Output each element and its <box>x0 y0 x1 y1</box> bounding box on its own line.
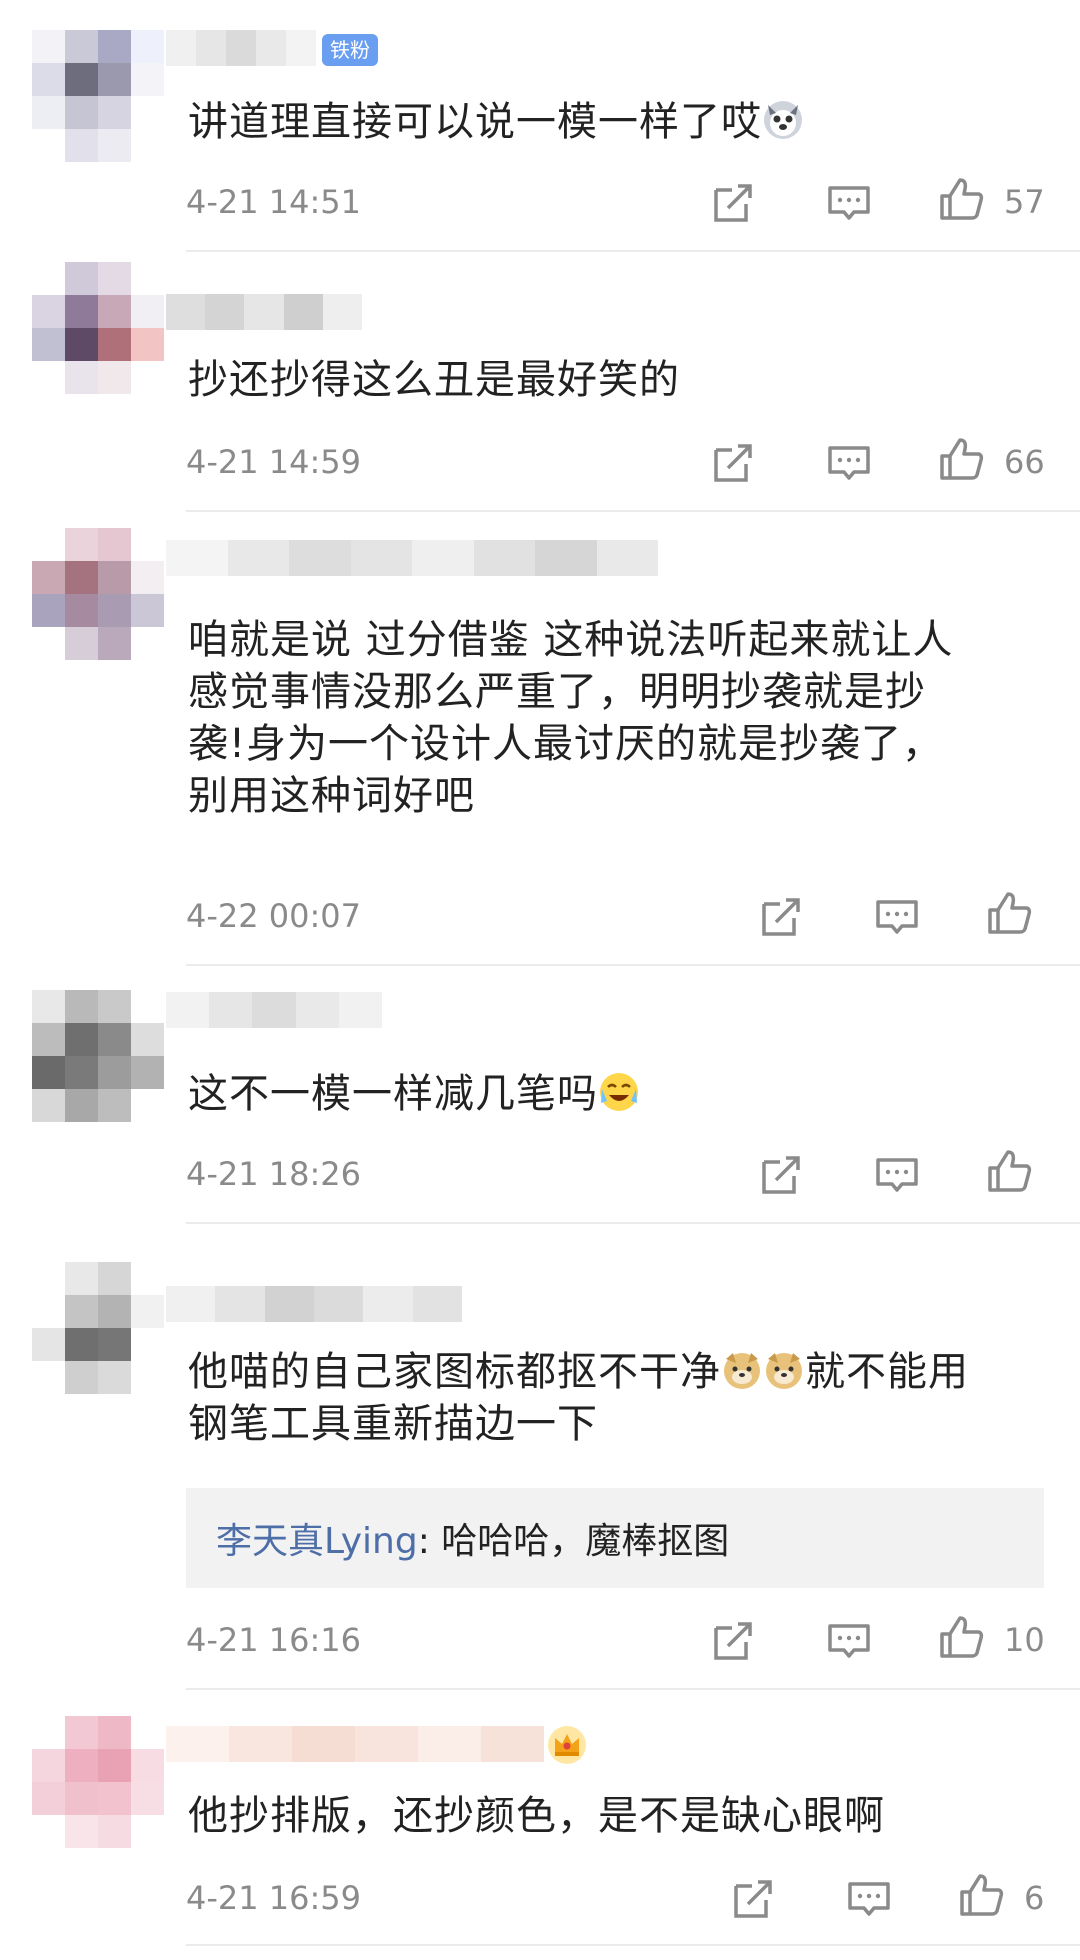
username-blurred[interactable] <box>166 1286 462 1322</box>
thumbs-up-icon[interactable] <box>938 436 984 482</box>
avatar[interactable] <box>32 528 164 660</box>
comment-icon[interactable] <box>874 1152 920 1198</box>
share-icon[interactable] <box>710 180 756 226</box>
share-icon[interactable] <box>758 894 804 940</box>
thumbs-up-icon[interactable] <box>986 890 1032 936</box>
like-count: 57 <box>1004 183 1045 221</box>
thumbs-up-icon[interactable] <box>986 1148 1032 1194</box>
share-icon[interactable] <box>758 1152 804 1198</box>
thumbs-up-icon[interactable] <box>958 1872 1004 1918</box>
username-blurred[interactable] <box>166 992 382 1028</box>
comment-text-line2: 钢笔工具重新描边一下 <box>188 1401 598 1447</box>
like-count: 10 <box>1004 1621 1045 1659</box>
like-count: 66 <box>1004 443 1045 481</box>
comment-time: 4-21 16:59 <box>186 1879 362 1917</box>
doge-emoji <box>766 1353 802 1389</box>
like-count: 6 <box>1024 1879 1045 1917</box>
divider <box>186 1944 1080 1946</box>
thumbs-up-icon[interactable] <box>938 176 984 222</box>
avatar[interactable] <box>32 990 164 1122</box>
comment-text-line1b: 就不能用 <box>805 1349 969 1395</box>
comment-icon[interactable] <box>826 180 872 226</box>
crown-icon <box>548 1726 586 1764</box>
comment-time: 4-21 14:51 <box>186 183 362 221</box>
comment-icon[interactable] <box>826 1618 872 1664</box>
comment-icon[interactable] <box>826 440 872 486</box>
avatar[interactable] <box>32 1262 164 1394</box>
comment-text: 这不一模一样减几笔吗 <box>188 1068 1048 1120</box>
divider <box>186 250 1080 252</box>
comment-text-content: 讲道理直接可以说一模一样了哎 <box>188 99 762 145</box>
avatar[interactable] <box>32 1716 164 1848</box>
comment-time: 4-21 14:59 <box>186 443 362 481</box>
share-icon[interactable] <box>710 440 756 486</box>
divider <box>186 1222 1080 1224</box>
comment-text: 讲道理直接可以说一模一样了哎 <box>188 96 1048 148</box>
comment-time: 4-21 16:16 <box>186 1621 362 1659</box>
laughing-crying-emoji <box>600 1073 638 1111</box>
comment-time: 4-22 00:07 <box>186 897 362 935</box>
comment-text-line1a: 他喵的自己家图标都抠不干净 <box>188 1349 721 1395</box>
divider <box>186 510 1080 512</box>
comment-text: 咱就是说 过分借鉴 这种说法听起来就让人 感觉事情没那么严重了，明明抄袭就是抄 … <box>188 617 954 819</box>
reply-text: : 哈哈哈，魔棒抠图 <box>417 1521 730 1562</box>
share-icon[interactable] <box>730 1876 776 1922</box>
fan-badge: 铁粉 <box>322 34 378 66</box>
comment-icon[interactable] <box>846 1876 892 1922</box>
comment-icon[interactable] <box>874 894 920 940</box>
avatar[interactable] <box>32 30 164 162</box>
comment-time: 4-21 18:26 <box>186 1155 362 1193</box>
avatar[interactable] <box>32 262 164 394</box>
username-blurred[interactable] <box>166 540 658 576</box>
reply-preview[interactable]: 李天真Lying: 哈哈哈，魔棒抠图 <box>186 1488 1044 1588</box>
husky-face-emoji <box>764 101 802 139</box>
reply-username[interactable]: 李天真Lying <box>216 1512 418 1564</box>
comment-text: 抄还抄得这么丑是最好笑的 <box>188 357 680 403</box>
username-blurred[interactable] <box>166 1726 544 1762</box>
divider <box>186 1688 1080 1690</box>
username-blurred[interactable] <box>166 30 316 66</box>
doge-emoji <box>724 1353 760 1389</box>
comment-text-content: 这不一模一样减几笔吗 <box>188 1071 598 1117</box>
share-icon[interactable] <box>710 1618 756 1664</box>
divider <box>186 964 1080 966</box>
username-blurred[interactable] <box>166 294 362 330</box>
comment-text: 他抄排版，还抄颜色，是不是缺心眼啊 <box>188 1793 885 1839</box>
comment-text: 他喵的自己家图标都抠不干净 就不能用钢笔工具重新描边一下 <box>188 1346 1048 1450</box>
thumbs-up-icon[interactable] <box>938 1614 984 1660</box>
